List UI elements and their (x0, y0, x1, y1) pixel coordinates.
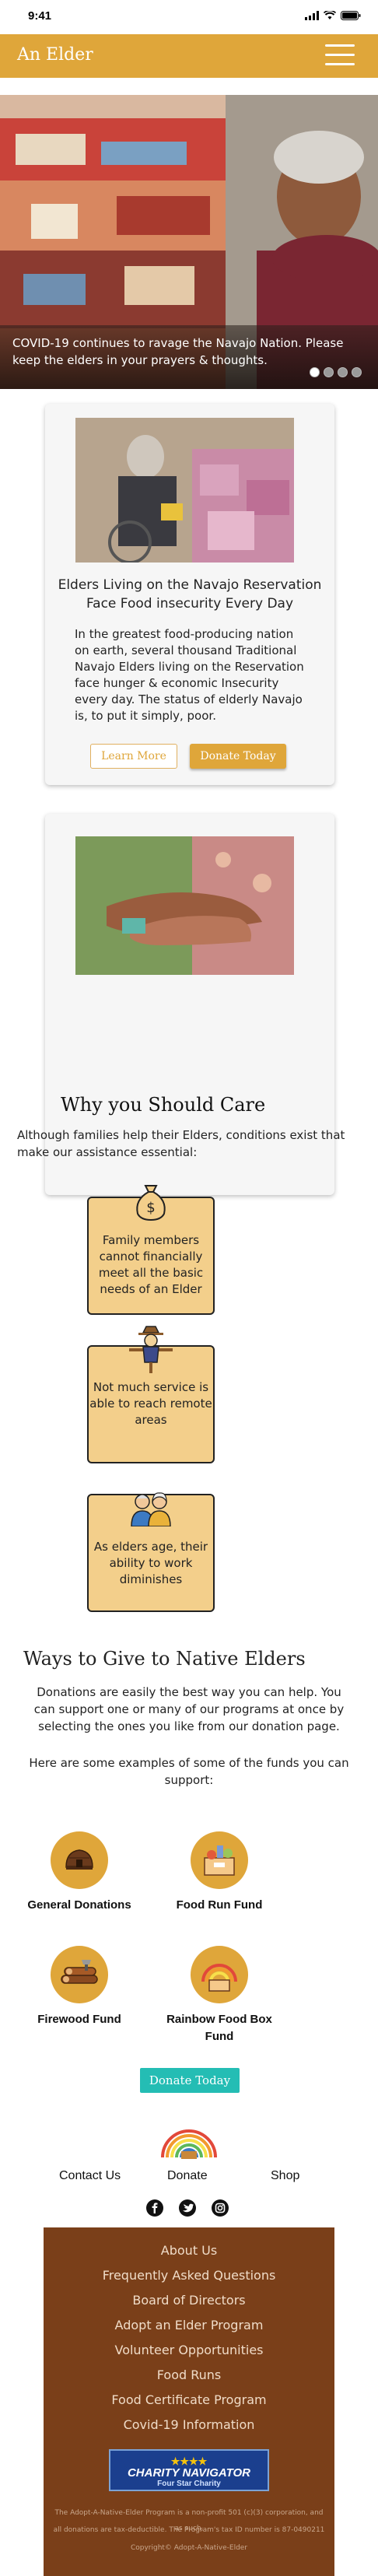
need-box: $ Family members cannot financially meet… (87, 1185, 215, 1315)
footer-link-volunteer[interactable]: Volunteer Opportunities (44, 2343, 334, 2357)
signal-icon (305, 11, 319, 20)
footer-contact-link[interactable]: Contact Us (59, 2169, 121, 2183)
need-box: As elders age, their ability to work dim… (87, 1492, 215, 1612)
slide-dots (310, 367, 362, 377)
slide-dot[interactable] (310, 367, 320, 377)
footer-link-about[interactable]: About Us (44, 2243, 334, 2258)
footer-donate-link[interactable]: Donate (167, 2169, 208, 2183)
slide-dot[interactable] (338, 367, 348, 377)
battery-icon (341, 11, 361, 20)
donate-today-teal-button[interactable]: Donate Today (140, 2068, 240, 2093)
slide-dot[interactable] (324, 367, 334, 377)
twitter-icon[interactable] (179, 2199, 196, 2217)
why-care-title: Why you Should Care (61, 1094, 266, 1116)
money-bag-icon: $ (136, 1185, 166, 1221)
instagram-icon[interactable] (212, 2199, 229, 2217)
need-text: As elders age, their ability to work dim… (93, 1540, 208, 1586)
fund-rainbow-food-box[interactable]: Rainbow Food Box Fund (165, 1946, 274, 2045)
footer-link-covid[interactable]: Covid-19 Information (44, 2417, 334, 2432)
ways-paragraph: Donations are easily the best way you ca… (33, 1685, 345, 1733)
need-box: Not much service is able to reach remote… (87, 1326, 215, 1463)
facebook-icon[interactable] (146, 2199, 163, 2217)
rainbow-icon (201, 1964, 237, 1992)
status-icons (305, 11, 361, 20)
donate-today-button[interactable]: Donate Today (190, 744, 286, 769)
fund-label: Firewood Fund (37, 2013, 121, 2026)
why-care-text: Although families help their Elders, con… (17, 1128, 345, 1159)
charity-name: CHARITY NAVIGATOR (127, 2466, 251, 2480)
hands-photo (75, 836, 294, 975)
fund-label: General Donations (27, 1898, 131, 1912)
svg-text:$: $ (146, 1200, 155, 1216)
feature-card-title: Elders Living on the Navajo Reservation … (58, 577, 322, 612)
hamburger-menu-icon[interactable] (325, 44, 355, 68)
firewood-icon (61, 1960, 98, 1984)
wifi-icon (324, 11, 336, 19)
fund-icon-circle (51, 1946, 108, 2003)
fund-icon-circle (191, 1831, 248, 1889)
status-time: 9:41 (28, 9, 52, 23)
need-text: Not much service is able to reach remote… (89, 1380, 212, 1427)
feature-card-body: In the greatest food-producing nation on… (75, 627, 304, 723)
fund-firewood[interactable]: Firewood Fund (25, 1946, 134, 2028)
scarecrow-icon (129, 1326, 173, 1373)
hero-caption: COVID-19 continues to ravage the Navajo … (12, 336, 344, 367)
charity-navigator-badge[interactable]: ★★★★ CHARITY NAVIGATOR Four Star Charity (109, 2449, 269, 2491)
fund-label: Food Run Fund (176, 1898, 263, 1912)
fund-icon-circle (191, 1946, 248, 2003)
status-bar: 9:41 (0, 0, 378, 34)
hogan-icon (65, 1849, 93, 1870)
need-text: Family members cannot financially meet a… (98, 1233, 204, 1296)
bottom-footer: About Us Frequently Asked Questions Boar… (44, 2227, 334, 2576)
footer-copyright: Copyright© Adopt-A-Native-Elder (130, 2544, 248, 2552)
ways-title: Ways to Give to Native Elders (23, 1648, 306, 1670)
footer-link-food-certificate[interactable]: Food Certificate Program (44, 2392, 334, 2407)
learn-more-button[interactable]: Learn More (90, 744, 177, 769)
charity-sub: Four Star Charity (157, 2480, 221, 2488)
fund-label: Rainbow Food Box Fund (166, 2013, 272, 2043)
fund-general-donations[interactable]: General Donations (25, 1831, 134, 1914)
fund-food-run[interactable]: Food Run Fund (165, 1831, 274, 1914)
footer-link-board[interactable]: Board of Directors (44, 2293, 334, 2308)
slide-dot[interactable] (352, 367, 362, 377)
ways-paragraph: Here are some examples of some of the fu… (29, 1756, 349, 1787)
footer-link-food-runs[interactable]: Food Runs (44, 2367, 334, 2382)
elder-photo (75, 418, 294, 563)
fund-icon-circle (51, 1831, 108, 1889)
food-box-icon (204, 1845, 235, 1876)
footer-link-faq[interactable]: Frequently Asked Questions (44, 2268, 334, 2283)
app-header: An Elder (0, 34, 378, 78)
app-title[interactable]: An Elder (17, 45, 93, 65)
footer-fine-print: all donations are tax-deductible. The Pr… (53, 2526, 325, 2534)
site-logo-icon[interactable] (158, 2128, 220, 2161)
footer-link-adopt[interactable]: Adopt an Elder Program (44, 2318, 334, 2332)
footer-shop-link[interactable]: Shop (271, 2169, 299, 2183)
elderly-couple-icon (131, 1492, 171, 1526)
